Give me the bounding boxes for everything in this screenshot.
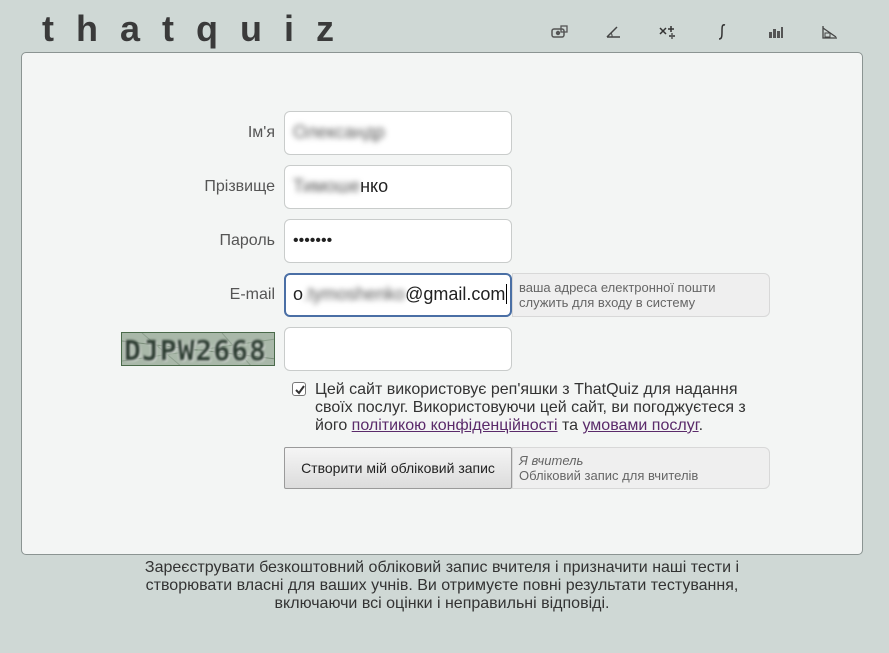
captcha-text: DJPW2668 [124, 334, 267, 366]
fractions-icon[interactable] [550, 22, 570, 42]
consent-text: Цей сайт використовує реп'яшки з ThatQui… [315, 381, 762, 435]
last-name-value-blurred: Тимоше [293, 176, 361, 196]
email-value-blurred: .tymoshenko [303, 284, 406, 304]
consent-text-middle: та [557, 417, 583, 434]
email-value-start: o [293, 284, 304, 304]
first-name-field[interactable]: Олександр [284, 111, 512, 155]
terms-of-service-link[interactable]: умовами послуг [582, 417, 698, 434]
checkmark-icon [295, 385, 305, 395]
teacher-subtitle: Обліковий запис для вчителів [519, 468, 699, 483]
last-name-field[interactable]: Тимошенко [284, 165, 512, 209]
consent-section: Цей сайт використовує реп'яшки з ThatQui… [292, 381, 762, 435]
thatquiz-logo[interactable]: thatquiz [42, 8, 356, 50]
privacy-policy-link[interactable]: політикою конфіденційності [352, 417, 558, 434]
password-field[interactable]: ••••••• [284, 219, 512, 263]
first-name-value: Олександр [293, 122, 385, 142]
arithmetic-icon[interactable] [658, 22, 678, 42]
subject-toolbar [550, 22, 840, 44]
first-name-label: Ім'я [247, 124, 275, 141]
geometry-icon[interactable] [604, 22, 624, 42]
captcha-input[interactable] [284, 327, 512, 371]
last-name-label: Прізвище [204, 178, 275, 195]
teacher-account-option[interactable]: Я вчитель Обліковий запис для вчителів [512, 447, 770, 489]
email-hint: ваша адреса електронної пошти служить дл… [512, 273, 770, 317]
captcha-image: DJPW2668 [121, 332, 275, 366]
last-name-value: нко [360, 176, 389, 196]
email-value-domain: @gmail.com [405, 284, 506, 304]
teacher-title: Я вчитель [519, 453, 584, 468]
statistics-icon[interactable] [766, 22, 786, 42]
email-field[interactable]: o.tymoshenko@gmail.com [284, 273, 512, 317]
graphing-icon[interactable] [820, 22, 840, 42]
email-label: E-mail [229, 286, 275, 303]
calculus-icon[interactable] [712, 22, 732, 42]
footer-description: Зареєструвати безкоштовний обліковий зап… [144, 559, 740, 612]
footer-text: Зареєструвати безкоштовний обліковий зап… [0, 559, 884, 613]
create-account-button[interactable]: Створити мій обліковий запис [284, 447, 512, 489]
password-value: ••••••• [293, 232, 333, 249]
password-label: Пароль [219, 232, 275, 249]
text-caret [506, 284, 508, 304]
consent-checkbox[interactable] [292, 382, 306, 396]
consent-text-end: . [698, 417, 704, 434]
